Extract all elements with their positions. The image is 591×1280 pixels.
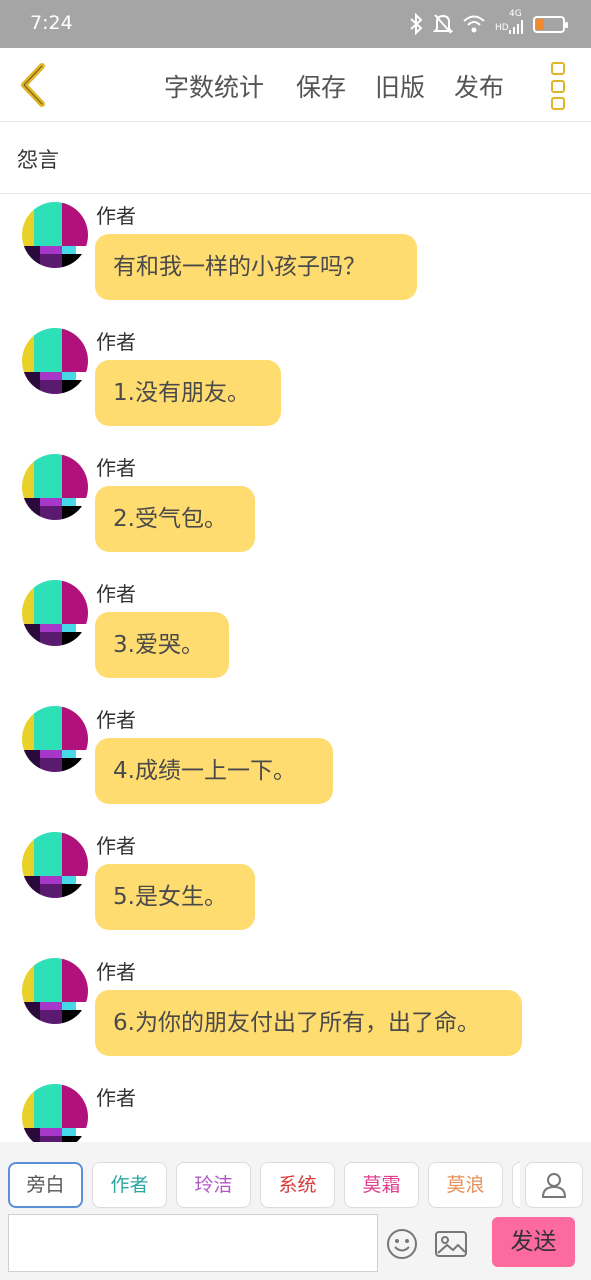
more-icon[interactable]	[548, 62, 568, 110]
avatar[interactable]	[22, 832, 88, 898]
emoji-icon	[387, 1229, 417, 1259]
role-chip[interactable]: 作者	[92, 1162, 167, 1208]
role-chip[interactable]: 莫霜	[344, 1162, 419, 1208]
role-chip[interactable]: 旁白	[8, 1162, 83, 1208]
profile-button[interactable]	[525, 1162, 583, 1208]
message-item[interactable]: 作者 3.爱哭。	[0, 578, 591, 698]
role-chip[interactable]: 系统	[260, 1162, 335, 1208]
message-author: 作者	[96, 960, 136, 984]
message-author: 作者	[96, 834, 136, 858]
word-count-button[interactable]: 字数统计	[164, 68, 264, 104]
message-item[interactable]: 作者 5.是女生。	[0, 830, 591, 950]
emoji-button[interactable]	[386, 1228, 418, 1260]
role-chip[interactable]: 玲洁	[176, 1162, 251, 1208]
network-label: 4G HD	[495, 9, 523, 34]
message-bubble[interactable]: 4.成绩一上一下。	[95, 738, 333, 804]
publish-button[interactable]: 发布	[454, 68, 504, 104]
message-bubble[interactable]: 有和我一样的小孩子吗？	[95, 234, 417, 300]
chat-area[interactable]: 作者 有和我一样的小孩子吗？ 作者 1.没有朋友。 作者 2.受气包。 作者 3.爱哭。 作者 4…	[0, 195, 591, 1142]
message-bubble[interactable]: 1.没有朋友。	[95, 360, 281, 426]
role-chip[interactable]: 莫浪	[428, 1162, 503, 1208]
message-bubble[interactable]: 6.为你的朋友付出了所有，出了命。	[95, 990, 522, 1056]
avatar[interactable]	[22, 958, 88, 1024]
bluetooth-icon	[410, 13, 423, 35]
message-bubble[interactable]: 2.受气包。	[95, 486, 255, 552]
send-button[interactable]: 发送	[492, 1217, 575, 1267]
message-bubble[interactable]: 5.是女生。	[95, 864, 255, 930]
message-item[interactable]: 作者 2.受气包。	[0, 452, 591, 572]
signal-icon	[509, 20, 523, 34]
role-selector: 旁白 作者 玲洁 系统 莫霜 莫浪	[0, 1162, 520, 1210]
message-author: 作者	[96, 1086, 136, 1110]
message-author: 作者	[96, 330, 136, 354]
bottom-panel: 旁白 作者 玲洁 系统 莫霜 莫浪 发送	[0, 1142, 591, 1280]
message-author: 作者	[96, 582, 136, 606]
old-version-button[interactable]: 旧版	[375, 68, 425, 104]
toolbar: 字数统计 保存 旧版 发布	[0, 48, 591, 122]
back-button[interactable]	[12, 60, 58, 110]
message-item[interactable]: 作者 1.没有朋友。	[0, 326, 591, 446]
message-item[interactable]: 作者	[0, 1082, 591, 1142]
profile-icon	[541, 1173, 567, 1198]
message-author: 作者	[96, 204, 136, 228]
status-icons: 4G HD	[409, 9, 568, 38]
save-button[interactable]: 保存	[296, 68, 346, 104]
battery-icon	[533, 15, 568, 33]
message-input[interactable]	[8, 1214, 378, 1272]
image-icon	[435, 1231, 467, 1257]
story-title-row[interactable]: 怨言	[0, 122, 591, 194]
role-chip-overflow[interactable]	[512, 1162, 520, 1208]
message-item[interactable]: 作者 4.成绩一上一下。	[0, 704, 591, 824]
wifi-icon	[463, 15, 485, 33]
message-item[interactable]: 作者有和我一样的小孩子吗？	[0, 200, 591, 320]
status-bar: 7:24 4G HD	[0, 0, 591, 48]
avatar[interactable]	[22, 328, 88, 394]
message-bubble[interactable]: 3.爱哭。	[95, 612, 229, 678]
message-author: 作者	[96, 456, 136, 480]
message-item[interactable]: 作者 6.为你的朋友付出了所有，出了命。	[0, 956, 591, 1076]
story-title: 怨言	[17, 148, 59, 172]
avatar[interactable]	[22, 454, 88, 520]
avatar[interactable]	[22, 202, 88, 268]
avatar[interactable]	[22, 706, 88, 772]
mute-icon	[433, 14, 453, 34]
avatar[interactable]	[22, 580, 88, 646]
avatar[interactable]	[22, 1084, 88, 1142]
message-author: 作者	[96, 708, 136, 732]
image-button[interactable]	[434, 1229, 468, 1259]
back-icon	[21, 63, 45, 107]
status-time: 7:24	[30, 12, 73, 34]
